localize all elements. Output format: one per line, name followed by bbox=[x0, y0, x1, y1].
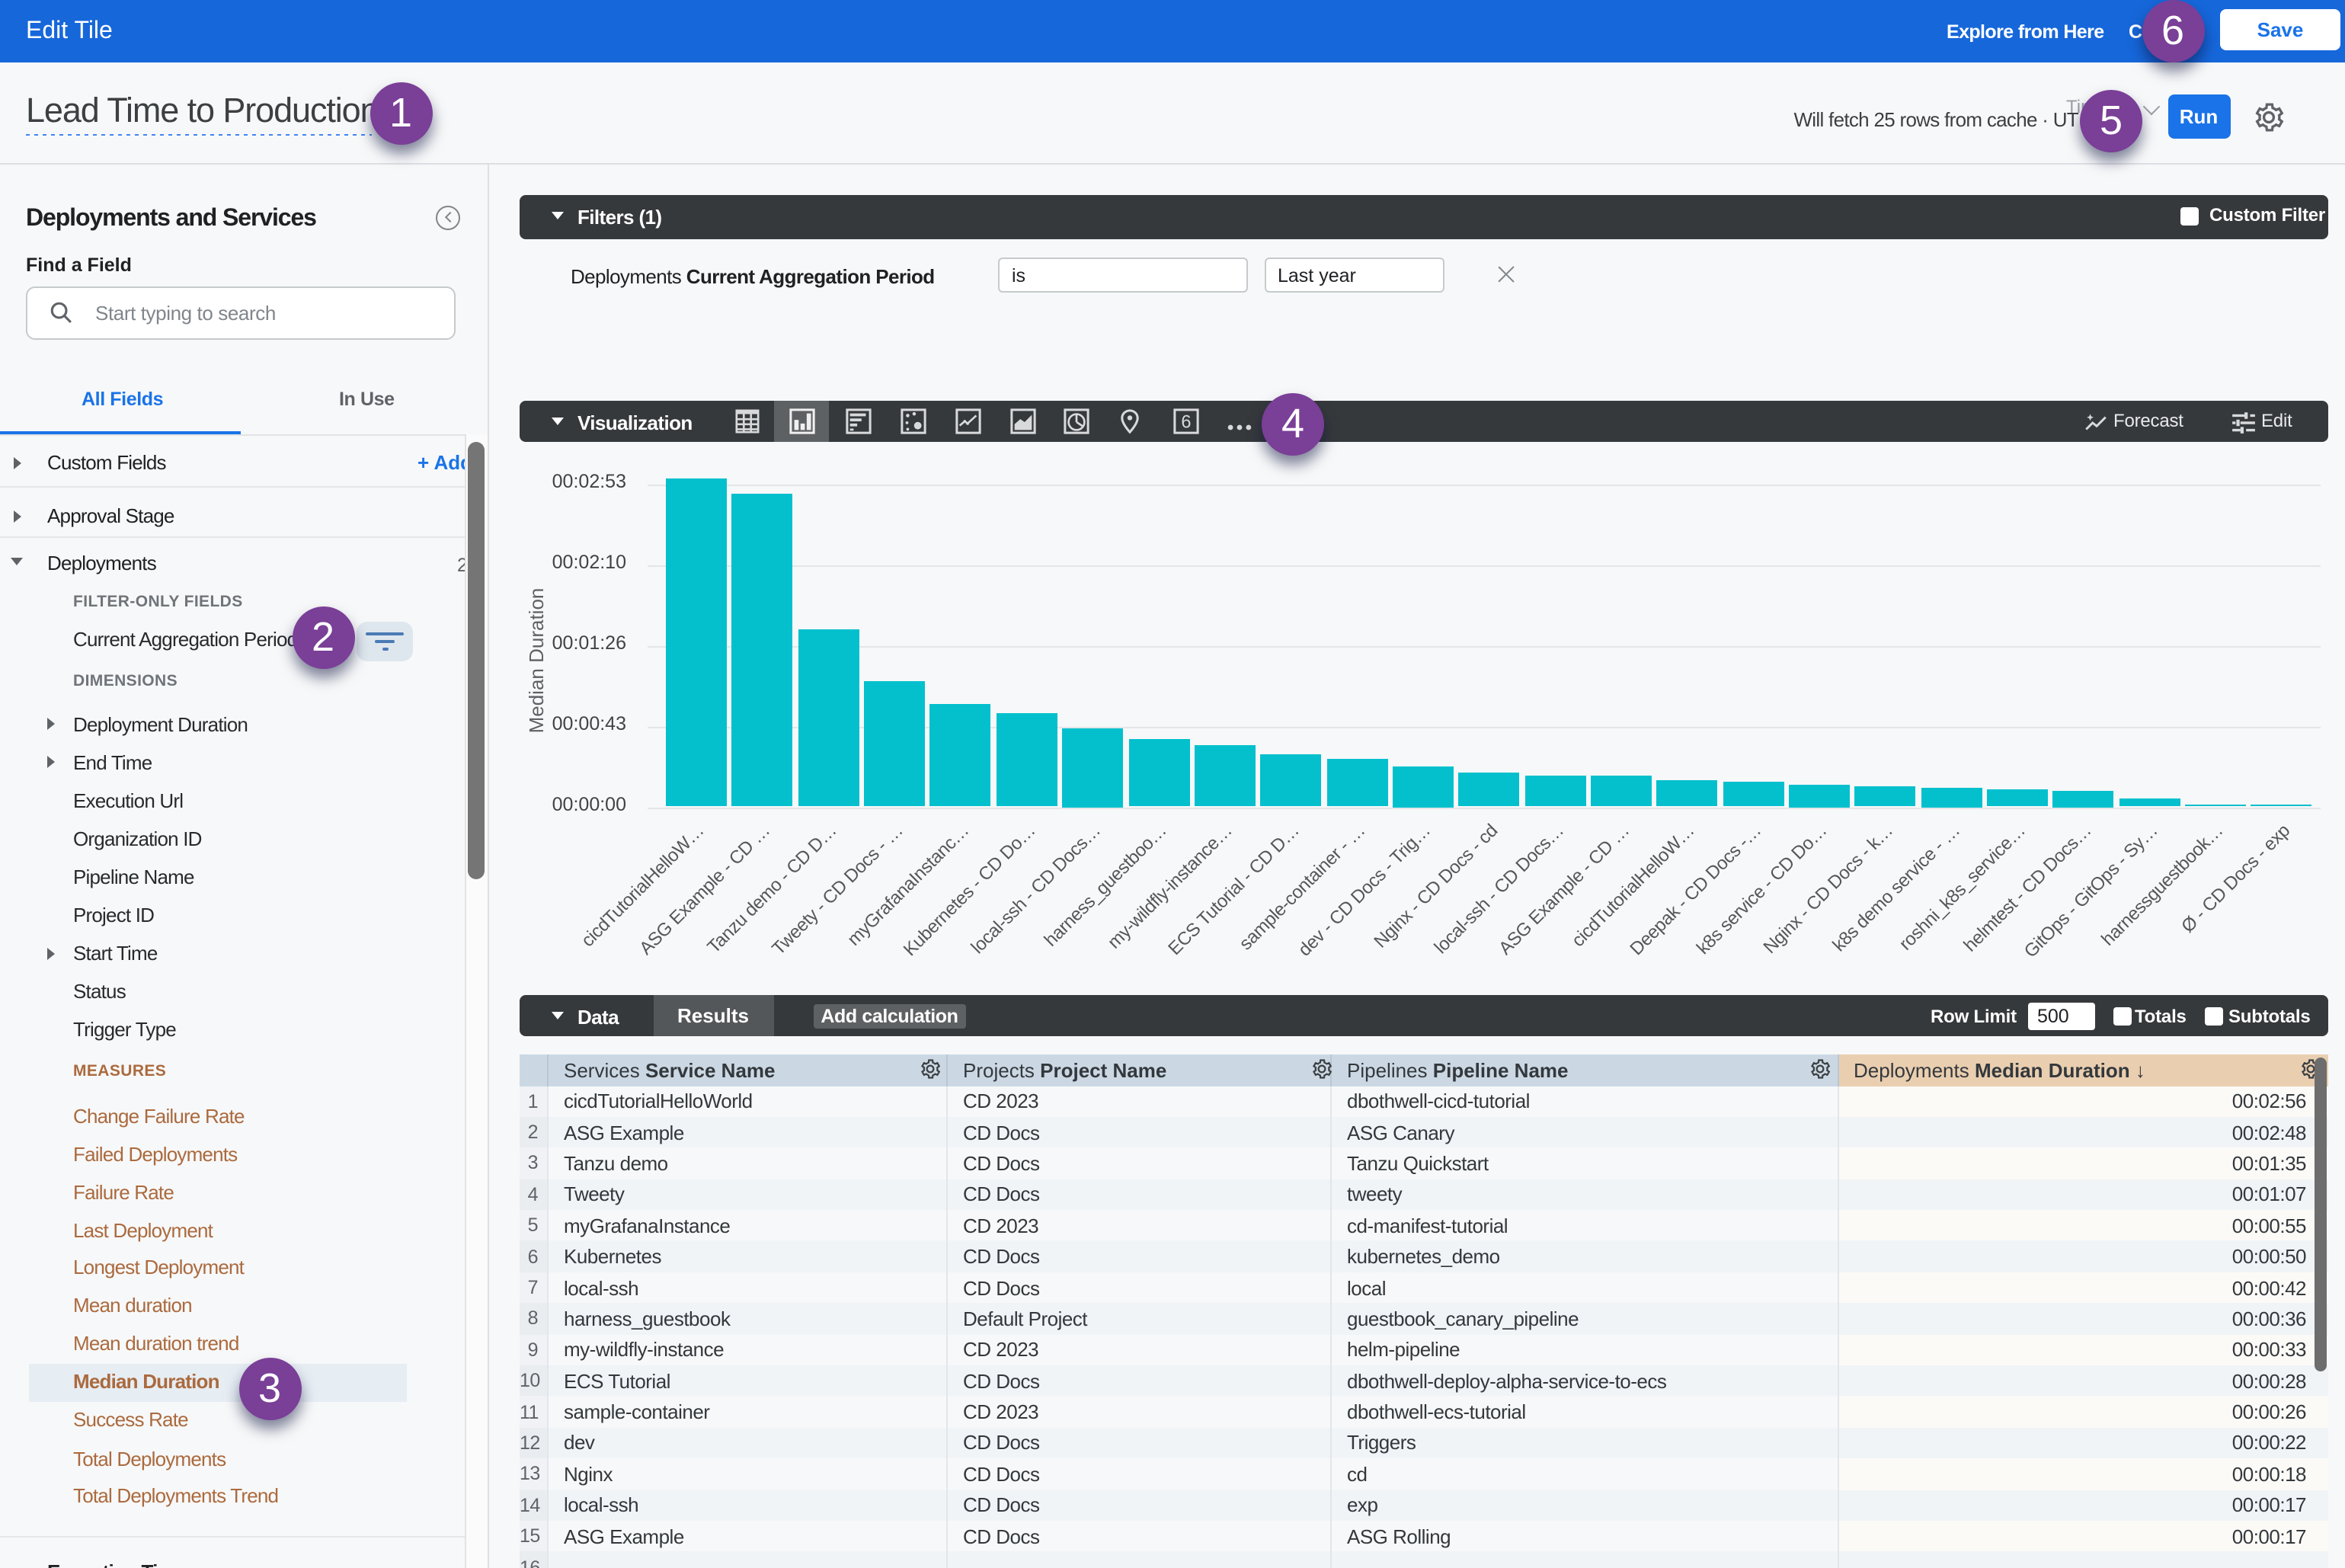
svg-text:6: 6 bbox=[1180, 413, 1190, 433]
